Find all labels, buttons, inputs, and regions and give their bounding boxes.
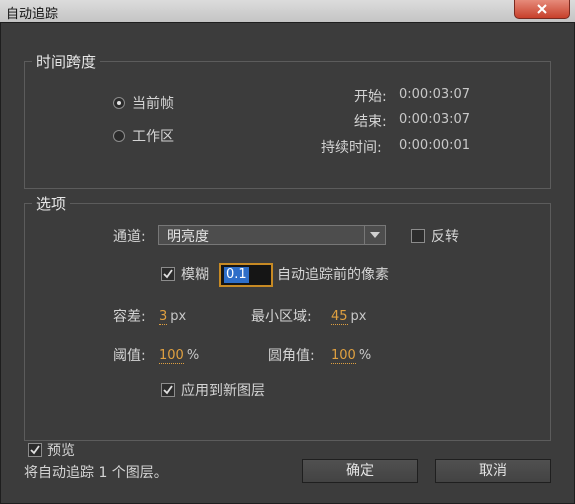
current-frame-label[interactable]: 当前帧	[132, 93, 174, 113]
min-area-unit: px	[350, 309, 367, 324]
end-label: 结束:	[354, 114, 387, 130]
min-area-label: 最小区域:	[251, 309, 312, 325]
min-area-value[interactable]: 45	[331, 309, 348, 325]
start-label: 开始:	[354, 89, 387, 105]
blur-checkbox[interactable]	[161, 267, 175, 281]
work-area-label[interactable]: 工作区	[132, 126, 174, 146]
tolerance-field[interactable]: 3 px	[159, 308, 187, 325]
threshold-value[interactable]: 100	[159, 348, 184, 364]
threshold-label: 阈值:	[113, 348, 146, 364]
preview-checkbox[interactable]	[28, 443, 42, 457]
tolerance-unit: px	[170, 309, 187, 324]
preview-label[interactable]: 预览	[47, 440, 75, 460]
options-legend: 选项	[32, 193, 71, 214]
chevron-down-icon	[364, 226, 385, 244]
timespan-legend: 时间跨度	[32, 51, 101, 72]
current-frame-radio[interactable]	[113, 97, 125, 109]
invert-checkbox[interactable]	[411, 229, 425, 243]
duration-value: 0:00:00:01	[399, 138, 471, 153]
apply-new-layer-label[interactable]: 应用到新图层	[181, 380, 265, 400]
blur-suffix: 自动追踪前的像素	[277, 267, 389, 283]
blur-input[interactable]: 0.1	[219, 263, 273, 287]
end-value: 0:00:03:07	[399, 112, 471, 127]
checkmark-icon	[163, 269, 173, 279]
corner-label: 圆角值:	[268, 348, 315, 364]
threshold-field[interactable]: 100%	[159, 347, 200, 364]
checkmark-icon	[30, 445, 40, 455]
min-area-field[interactable]: 45 px	[331, 308, 367, 325]
channel-label: 通道:	[113, 229, 146, 245]
blur-label[interactable]: 模糊	[181, 264, 209, 284]
cancel-button[interactable]: 取消	[435, 459, 551, 483]
tolerance-value[interactable]: 3	[159, 309, 168, 325]
summary-text: 将自动追踪 1 个图层。	[24, 465, 168, 481]
window-title: 自动追踪	[6, 7, 59, 22]
blur-input-value: 0.1	[224, 267, 249, 283]
dialog-body: 时间跨度 当前帧 工作区 开始: 0:00:03:07 结束: 0:00:03:…	[0, 22, 575, 504]
apply-new-layer-checkbox[interactable]	[161, 383, 175, 397]
tolerance-label: 容差:	[113, 309, 146, 325]
timespan-group	[24, 61, 551, 189]
corner-field[interactable]: 100%	[331, 347, 372, 364]
corner-value[interactable]: 100	[331, 348, 356, 364]
duration-label: 持续时间:	[321, 140, 382, 156]
channel-dropdown-value: 明亮度	[167, 229, 209, 245]
start-value: 0:00:03:07	[399, 87, 471, 102]
work-area-radio[interactable]	[113, 130, 125, 142]
invert-label[interactable]: 反转	[431, 226, 459, 246]
close-button[interactable]	[514, 0, 570, 19]
checkmark-icon	[163, 385, 173, 395]
title-bar: 自动追踪	[0, 0, 575, 23]
threshold-unit: %	[186, 348, 200, 363]
ok-button[interactable]: 确定	[302, 459, 418, 483]
close-icon	[537, 4, 547, 14]
corner-unit: %	[358, 348, 372, 363]
channel-dropdown[interactable]: 明亮度	[158, 225, 386, 245]
